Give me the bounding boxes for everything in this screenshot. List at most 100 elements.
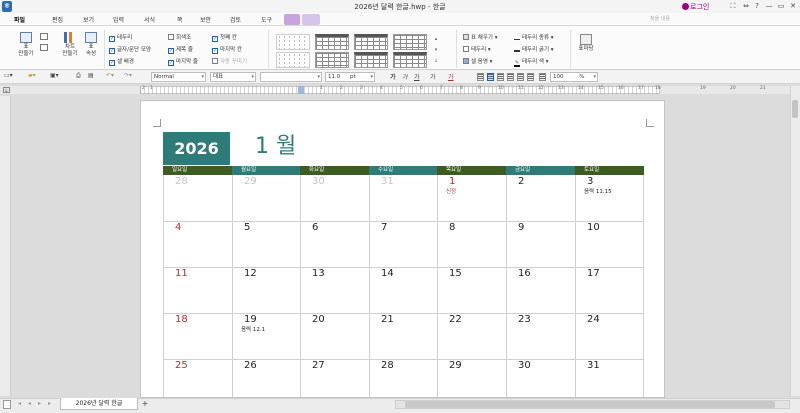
day-number[interactable]: 16 bbox=[518, 268, 531, 279]
open-folder-icon[interactable]: ▰▾ bbox=[28, 72, 36, 79]
font-name-select[interactable]: ▾ bbox=[260, 72, 322, 82]
weekday-wednesday[interactable]: 수요일 bbox=[369, 166, 437, 175]
create-chart-button[interactable]: 차트 만들기 bbox=[58, 32, 82, 58]
tab-next-icon[interactable]: ▸ bbox=[38, 400, 41, 407]
check-grayscale[interactable]: 회색조 bbox=[168, 33, 191, 41]
day-number[interactable]: 15 bbox=[449, 268, 462, 279]
table-style-thumbnail[interactable] bbox=[276, 34, 310, 50]
line-spacing-icon[interactable] bbox=[539, 73, 546, 81]
day-number[interactable]: 5 bbox=[244, 222, 250, 233]
border-type-button[interactable]: 테두리 종류 ▾ bbox=[514, 33, 554, 41]
align-left-icon[interactable] bbox=[487, 73, 494, 81]
day-number[interactable]: 12 bbox=[244, 268, 257, 279]
check-border[interactable]: ✓ 테두리 bbox=[109, 33, 132, 42]
day-number[interactable]: 14 bbox=[381, 268, 394, 279]
login-avatar-icon[interactable] bbox=[682, 3, 689, 10]
day-number[interactable]: 31 bbox=[587, 360, 600, 371]
menu-page[interactable]: 쪽 bbox=[177, 15, 183, 24]
vertical-ruler[interactable] bbox=[0, 96, 11, 396]
check-last-row[interactable]: ✓ 마지막 줄 bbox=[168, 57, 198, 66]
weekday-friday[interactable]: 금요일 bbox=[506, 166, 575, 175]
table-style-thumbnail[interactable] bbox=[393, 52, 427, 68]
underline-button[interactable]: 가 bbox=[414, 72, 420, 81]
day-number[interactable]: 19 bbox=[244, 314, 257, 325]
day-number[interactable]: 23 bbox=[518, 314, 531, 325]
close-icon[interactable]: ✕ bbox=[788, 1, 798, 12]
align-center-icon[interactable] bbox=[497, 73, 504, 81]
undo-icon[interactable]: ↶▾ bbox=[106, 72, 114, 79]
fill-table-button[interactable]: 표 채우기 ▾ bbox=[463, 33, 498, 41]
day-number[interactable]: 21 bbox=[381, 314, 394, 325]
weekday-monday[interactable]: 월요일 bbox=[232, 166, 300, 175]
table-layout-tab-icon[interactable] bbox=[302, 14, 320, 25]
page-icon[interactable] bbox=[3, 400, 11, 409]
check-header-row[interactable]: ✓ 제목 줄 bbox=[168, 45, 193, 54]
bold-button[interactable]: 가 bbox=[390, 72, 396, 81]
strike-button[interactable]: 가 bbox=[430, 72, 436, 81]
day-number[interactable]: 28 bbox=[175, 176, 188, 187]
check-first-column[interactable]: ✓ 첫째 칸 bbox=[212, 33, 237, 42]
weekday-sunday[interactable]: 일요일 bbox=[163, 166, 232, 175]
tab-prev-icon[interactable]: ◂ bbox=[28, 400, 31, 407]
search-field[interactable]: 찾을 내용 bbox=[650, 15, 770, 24]
table-style-thumbnail[interactable] bbox=[354, 52, 388, 68]
day-number[interactable]: 10 bbox=[587, 222, 600, 233]
table-design-tab-icon[interactable] bbox=[284, 14, 300, 25]
preview-icon[interactable]: ▤ bbox=[88, 72, 94, 79]
login-button[interactable]: 로그인 bbox=[690, 2, 709, 12]
day-number[interactable]: 28 bbox=[381, 360, 394, 371]
save-icon[interactable]: ▣▾ bbox=[50, 72, 59, 79]
day-number[interactable]: 9 bbox=[518, 222, 524, 233]
table-style-thumbnail[interactable] bbox=[393, 34, 427, 50]
table-style-thumbnail[interactable] bbox=[315, 52, 349, 68]
tab-first-icon[interactable]: ◂ bbox=[18, 400, 21, 407]
weekday-saturday[interactable]: 토요일 bbox=[575, 166, 644, 175]
table-edit-icon[interactable] bbox=[40, 44, 48, 51]
day-number[interactable]: 31 bbox=[381, 176, 394, 187]
day-number[interactable]: 24 bbox=[587, 314, 600, 325]
table-style-thumbnail[interactable] bbox=[354, 34, 388, 50]
border-width-button[interactable]: 테두리 굵기 ▾ bbox=[514, 45, 554, 53]
font-face-select[interactable]: 대표 ▾ bbox=[210, 72, 256, 82]
weekday-tuesday[interactable]: 화요일 bbox=[300, 166, 369, 175]
align-right-icon[interactable] bbox=[507, 73, 514, 81]
align-justify-icon[interactable] bbox=[477, 73, 484, 81]
menu-insert[interactable]: 입력 bbox=[113, 15, 124, 24]
day-number[interactable]: 29 bbox=[244, 176, 257, 187]
minimize-icon[interactable]: — bbox=[764, 1, 774, 12]
maximize-icon[interactable]: ▭ bbox=[776, 1, 786, 12]
cell-shade-button[interactable]: 셀 음영 ▾ bbox=[463, 57, 492, 65]
italic-button[interactable]: 가 bbox=[402, 72, 408, 81]
day-number[interactable]: 22 bbox=[449, 314, 462, 325]
day-number[interactable]: 2 bbox=[518, 176, 524, 187]
create-table-button[interactable]: 표 만들기 bbox=[14, 32, 38, 58]
vertical-scrollbar[interactable] bbox=[790, 86, 800, 396]
font-size-field[interactable]: 11.0 pt ▾ bbox=[325, 72, 375, 82]
indent-marker[interactable] bbox=[298, 86, 304, 94]
day-number[interactable]: 30 bbox=[518, 360, 531, 371]
day-number[interactable]: 20 bbox=[312, 314, 325, 325]
calendar-month[interactable]: 1 월 bbox=[255, 132, 296, 162]
menu-view[interactable]: 보기 bbox=[83, 15, 94, 24]
day-number[interactable]: 18 bbox=[175, 314, 188, 325]
align-split-icon[interactable] bbox=[527, 73, 534, 81]
menu-tools[interactable]: 도구 bbox=[261, 15, 272, 24]
document-tab[interactable]: 2026년 달력 한글 bbox=[60, 398, 138, 410]
calendar-year[interactable]: 2026 bbox=[163, 132, 230, 165]
day-number[interactable]: 7 bbox=[381, 222, 387, 233]
day-number[interactable]: 1 bbox=[449, 176, 455, 187]
align-distribute-icon[interactable] bbox=[517, 73, 524, 81]
vertical-scroll-thumb[interactable] bbox=[792, 100, 798, 118]
border-button[interactable]: 테두리 ▾ bbox=[463, 45, 491, 53]
table-format-button[interactable]: 표마당 bbox=[574, 34, 598, 53]
tab-stop-icon[interactable]: L bbox=[3, 87, 10, 93]
table-mini-icon[interactable] bbox=[40, 33, 48, 40]
border-color-button[interactable]: ✎ 테두리 색 ▾ bbox=[514, 57, 549, 67]
table-style-thumbnail[interactable] bbox=[276, 52, 310, 68]
check-cell-background[interactable]: ✓ 셀 배경 bbox=[109, 57, 134, 66]
day-number[interactable]: 11 bbox=[175, 268, 188, 279]
menu-file[interactable]: 파일 bbox=[14, 15, 25, 24]
menu-security[interactable]: 보안 bbox=[200, 15, 211, 24]
day-number[interactable]: 25 bbox=[175, 360, 188, 371]
restore-layout-icon[interactable]: ⇔ bbox=[741, 1, 751, 12]
